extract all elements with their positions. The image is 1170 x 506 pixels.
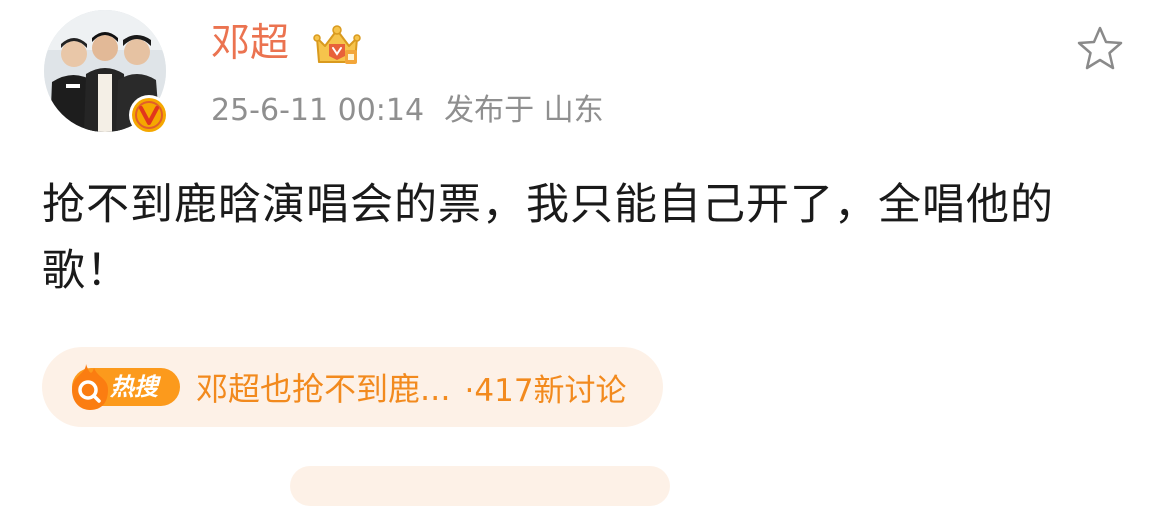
hot-search-title[interactable]: 邓超也抢不到鹿...: [196, 364, 451, 410]
post-text: 抢不到鹿晗演唱会的票，我只能自己开了，全唱他的歌！: [42, 180, 1054, 296]
hot-search-label: 热搜: [110, 373, 158, 401]
author-name[interactable]: 邓超: [211, 18, 289, 70]
post-timestamp: 25-6-11 00:14: [211, 93, 425, 128]
hot-search-count: ·417新讨论: [464, 372, 627, 409]
hot-search-tag[interactable]: 热搜 邓超也抢不到鹿... ·417新讨论: [42, 347, 663, 427]
post-meta: 25-6-11 00:14 发布于 山东: [211, 90, 604, 132]
post-location: 发布于 山东: [444, 93, 604, 128]
verified-v-icon: [132, 98, 166, 132]
hot-search-badge: 热搜: [64, 364, 182, 410]
verified-badge: [129, 95, 169, 135]
crown-icon[interactable]: [309, 24, 365, 70]
next-tag-pill[interactable]: [290, 466, 670, 506]
star-icon[interactable]: [1075, 24, 1125, 72]
